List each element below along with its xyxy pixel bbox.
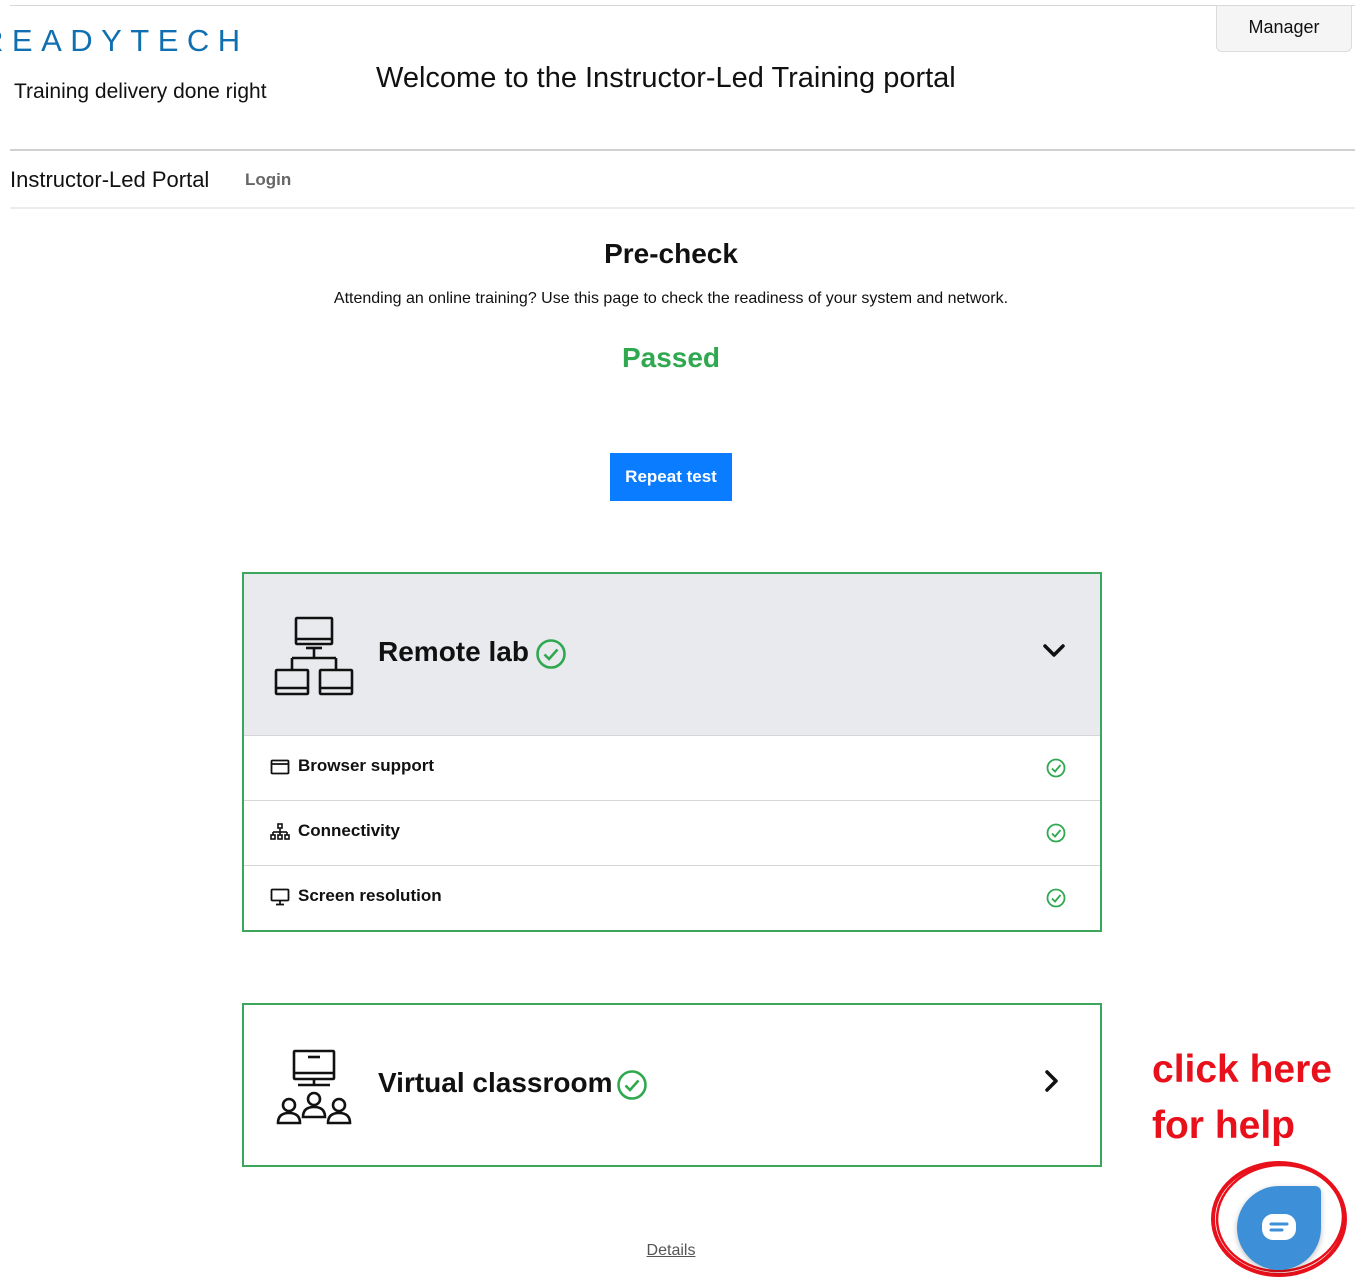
check-passed-icon [1046,888,1066,913]
check-row-label: Screen resolution [298,886,442,905]
page-welcome-heading: Welcome to the Instructor-Led Training p… [376,62,956,94]
status-passed: Passed [621,342,721,373]
chevron-down-icon[interactable] [1042,642,1066,665]
nav-bar: Instructor-Led Portal Login [10,149,1355,209]
classroom-icon [272,1045,358,1136]
nav-login-link[interactable]: Login [245,170,291,190]
help-annotation-line: for help [1152,1104,1295,1147]
remote-lab-check-icon [535,638,567,675]
monitor-icon [270,888,290,911]
tagline: Training delivery done right [14,80,267,103]
network-icon [270,823,290,846]
nav-portal-title: Instructor-Led Portal [10,167,210,192]
check-row-browser-support: Browser support [244,735,1100,800]
repeat-test-button[interactable]: Repeat test [610,453,732,501]
chevron-right-icon[interactable] [1042,1069,1060,1098]
top-divider [10,5,1355,6]
brand-logo: READYTECH [0,22,305,58]
network-computers-icon [272,614,358,705]
brand-logo-text: READYTECH [0,23,249,58]
virtual-classroom-title: Virtual classroom [378,1067,613,1098]
chat-bubble-icon [1261,1212,1297,1245]
check-row-label: Browser support [298,756,435,775]
manager-button[interactable]: Manager [1216,6,1352,52]
check-passed-icon [1046,823,1066,848]
check-row-label: Connectivity [298,821,401,840]
virtual-classroom-card: Virtual classroom [242,1003,1102,1167]
check-row-connectivity: Connectivity [244,800,1100,865]
help-annotation-line: click here [1152,1048,1332,1091]
remote-lab-card: Remote lab Browser support Connectivity … [242,572,1102,932]
browser-window-icon [270,758,290,781]
check-row-screen-resolution: Screen resolution [244,865,1100,930]
remote-lab-header[interactable]: Remote lab [244,574,1100,735]
check-passed-icon [1046,758,1066,783]
page-subtitle: Attending an online training? Use this p… [333,290,1009,307]
virtual-classroom-header[interactable]: Virtual classroom [244,1005,1100,1165]
remote-lab-title: Remote lab [378,636,529,667]
page-title: Pre-check [604,238,738,269]
details-wrapper: Details [0,1242,1342,1260]
help-annotation: click here for help [1152,1042,1332,1154]
details-link[interactable]: Details [647,1242,696,1259]
virtual-classroom-check-icon [616,1069,648,1106]
